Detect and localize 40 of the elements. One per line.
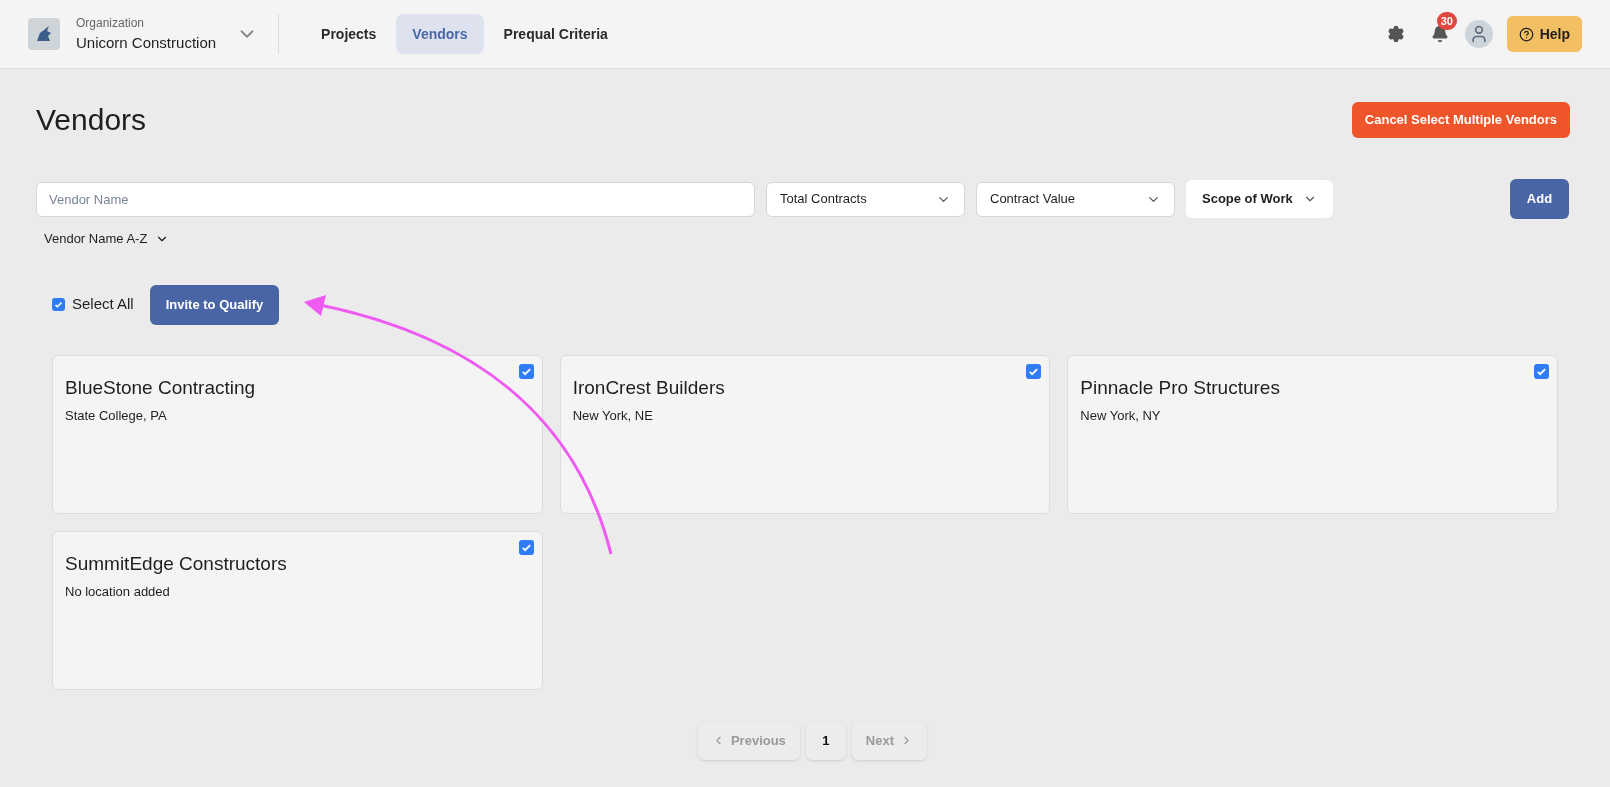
vendor-name: IronCrest Builders: [572, 375, 726, 400]
vendor-location: New York, NY: [1080, 407, 1162, 425]
checkbox[interactable]: [518, 363, 534, 379]
page-title: Vendors: [36, 102, 147, 138]
vendor-name: SummitEdge Constructors: [65, 551, 288, 576]
settings-icon[interactable]: [1386, 25, 1405, 43]
select-all-label: Select All: [72, 294, 134, 315]
filter-dropdown[interactable]: Total Contracts: [766, 181, 965, 217]
vendor-name: Pinnacle Pro Structures: [1080, 375, 1281, 400]
notification-badge: 30: [1436, 12, 1457, 30]
checkbox[interactable]: [518, 539, 534, 555]
nav-tab[interactable]: Vendors: [396, 14, 484, 54]
organization-label: Organization: [76, 14, 146, 32]
avatar[interactable]: [1464, 20, 1493, 48]
vendor-card[interactable]: Pinnacle Pro Structures New York, NY: [1067, 354, 1558, 514]
vendor-location: State College, PA: [65, 407, 168, 425]
add-button[interactable]: Add: [1510, 179, 1569, 219]
vendor-name: BlueStone Contracting: [65, 375, 257, 400]
vendor-card[interactable]: SummitEdge Constructors No location added: [52, 530, 543, 690]
page-button[interactable]: 1: [805, 721, 846, 760]
checkbox[interactable]: [52, 298, 65, 311]
help-button[interactable]: Help: [1506, 16, 1582, 52]
vendor-location: New York, NE: [572, 407, 654, 425]
vendor-card[interactable]: BlueStone Contracting State College, PA: [52, 354, 543, 514]
invite-button[interactable]: Invite to Qualify: [149, 284, 280, 325]
vendor-name-field[interactable]: Vendor Name: [36, 181, 755, 217]
checkbox[interactable]: [1534, 363, 1549, 379]
nav-tab[interactable]: Prequal Criteria: [487, 14, 624, 54]
filter-dropdown[interactable]: Contract Value: [976, 181, 1175, 217]
vendor-card[interactable]: IronCrest Builders New York, NE: [559, 354, 1051, 514]
help-icon: [1518, 26, 1534, 42]
filter-dropdown[interactable]: Scope of Work: [1186, 180, 1333, 218]
organization-name: Unicorn Construction: [76, 32, 217, 53]
bell-icon[interactable]: [1430, 25, 1449, 43]
sort-dropdown[interactable]: Vendor Name A-Z: [44, 229, 170, 249]
vendor-location: No location added: [65, 583, 171, 601]
checkmark-icon: [54, 300, 63, 309]
nav-tab[interactable]: Projects: [305, 14, 393, 54]
cancel-selection-button[interactable]: Cancel Select Multiple Vendors: [1351, 101, 1570, 138]
checkbox[interactable]: [1026, 363, 1042, 379]
